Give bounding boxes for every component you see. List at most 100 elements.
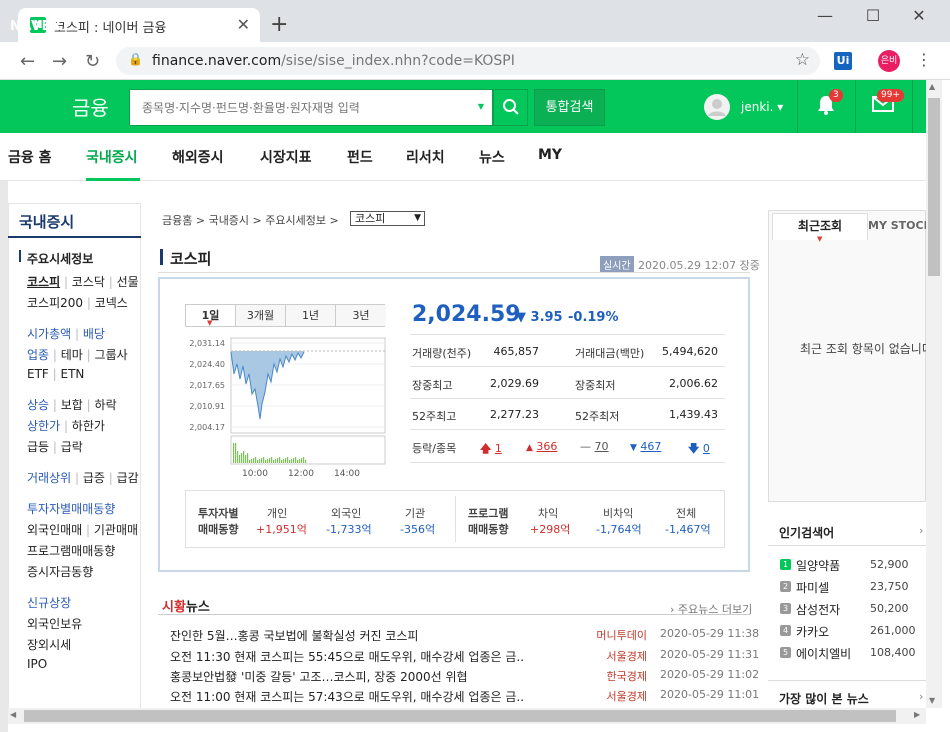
lnb-up[interactable]: 상승 [27,398,49,412]
lnb-futures[interactable]: 선물 [117,275,139,289]
lnb-kosdaq[interactable]: 코스닥 [72,275,105,289]
lnb-inst-trade[interactable]: 기관매매 [94,523,138,537]
scroll-left-icon[interactable]: ◀ [10,710,16,719]
nav-news[interactable]: 뉴스 [479,147,505,167]
volume-bar [255,457,257,463]
stat-divider [410,366,725,367]
lnb-main-info[interactable]: 주요시세정보 [27,250,93,267]
popular-stock-name[interactable]: 일양약품 [796,557,840,574]
integrated-search-button[interactable]: 통합검색 [534,89,605,126]
lnb-foreign-trade[interactable]: 외국인매매 [27,523,82,537]
lnb-sector[interactable]: 업종 [27,348,49,362]
lnb-surge[interactable]: 급등 [27,440,49,454]
lnb-etf[interactable]: ETF [27,367,49,381]
flat-link[interactable]: 70 [595,440,609,453]
chart-y-tick-label: 2,031.14 [189,339,225,348]
lnb-investor-trend[interactable]: 투자자별매매동향 [27,500,115,517]
lnb-konex[interactable]: 코넥스 [95,296,128,310]
total-label: 전체 [676,507,697,520]
popular-stock-name[interactable]: 에이치엘비 [796,645,851,662]
lnb-otc[interactable]: 장외시세 [27,636,71,653]
realtime-badge: 실시간 [600,256,634,273]
lnb-kospi[interactable]: 코스피 [27,275,60,289]
lower-limit-link[interactable]: 0 [703,442,710,455]
scroll-up-icon[interactable]: ▲ [929,82,935,91]
index-select[interactable]: 코스피 ▼ [350,211,425,226]
nav-research[interactable]: 리서치 [406,147,445,167]
lnb-sep: | [104,275,117,289]
bookmark-star-icon[interactable]: ☆ [795,50,810,70]
finance-logo[interactable]: 금융 [72,92,109,121]
lnb-marketcap[interactable]: 시가총액 [27,327,71,341]
lnb-new-listing[interactable]: 신규상장 [27,594,71,611]
scroll-down-icon[interactable]: ▼ [929,696,935,705]
search-dropdown-icon[interactable]: ▼ [478,102,484,111]
nav-domestic[interactable]: 국내증시 [86,147,138,167]
volume-bar [283,459,285,463]
lower-limit-count: 🡇 0 [688,440,710,459]
horizontal-scroll-thumb[interactable] [24,710,896,722]
lnb-fund-trend[interactable]: 증시자금동향 [27,563,93,580]
lnb-upper-limit[interactable]: 상한가 [27,419,60,433]
popular-stock-name[interactable]: 파미셀 [796,579,829,596]
chevron-right-icon[interactable]: › [919,690,923,703]
lnb-plunge[interactable]: 급락 [61,440,83,454]
news-headline[interactable]: 오전 11:30 현재 코스피는 55:45으로 매도우위, 매수강세 업종은 … [170,648,540,665]
nav-finance-home[interactable]: 금융 홈 [8,147,52,167]
lnb-ipo[interactable]: IPO [27,657,47,671]
url-input[interactable]: 🔒 finance.naver.com/sise/sise_index.nhn?… [116,47,820,75]
tab-1year[interactable]: 1년 [286,305,336,326]
lnb-row: ETF | ETN [27,367,84,381]
scroll-right-icon[interactable]: ▶ [914,710,920,719]
tab-3month[interactable]: 3개월 [236,305,286,326]
popular-stock-name[interactable]: 삼성전자 [796,601,840,618]
nav-indicators[interactable]: 시장지표 [260,147,312,167]
username[interactable]: jenki. ▾ [741,100,783,114]
lnb-dividend[interactable]: 배당 [83,327,105,341]
browser-menu-icon[interactable]: ⋮ [916,50,932,69]
upper-limit-link[interactable]: 1 [495,442,502,455]
vertical-scroll-thumb[interactable] [928,98,940,276]
down-link[interactable]: 467 [640,440,661,453]
news-headline[interactable]: 홍콩보안법發 '미중 갈등' 고조…코스피, 장중 2000선 위협 [170,668,540,685]
popular-stock-name[interactable]: 카카오 [796,623,829,640]
lnb-vol-drop[interactable]: 급감 [117,471,139,485]
maximize-icon[interactable]: ☐ [858,6,888,25]
nav-fund[interactable]: 펀드 [347,147,373,167]
close-window-icon[interactable]: ✕ [904,6,934,25]
naver-logo[interactable]: NAVER [10,19,62,34]
search-input[interactable] [130,90,460,125]
new-tab-icon[interactable]: + [270,12,288,37]
lnb-sep: | [82,398,95,412]
individual-value: +1,951억 [256,523,307,536]
lnb-foreign-holding[interactable]: 외국인보유 [27,615,82,632]
lnb-lower-limit[interactable]: 하한가 [72,419,105,433]
lnb-program-trend[interactable]: 프로그램매매동향 [27,542,115,559]
profile-avatar[interactable]: 은비 [878,50,900,72]
lnb-etn[interactable]: ETN [61,367,85,381]
nav-my[interactable]: MY [538,147,562,163]
lnb-volume-top[interactable]: 거래상위 [27,471,71,485]
lnb-kospi200[interactable]: 코스피200 [27,296,83,310]
tab-3year[interactable]: 3년 [336,305,386,326]
news-headline[interactable]: 잔인한 5월…홍콩 국보법에 불확실성 커진 코스피 [170,627,540,644]
user-avatar[interactable] [704,94,730,120]
lnb-down[interactable]: 하락 [95,398,117,412]
up-link[interactable]: 366 [536,440,557,453]
lnb-vol-surge[interactable]: 급증 [83,471,105,485]
reload-icon[interactable]: ↻ [85,51,100,72]
lnb-group[interactable]: 그룹사 [95,348,128,362]
lnb-flat[interactable]: 보합 [61,398,83,412]
lnb-theme[interactable]: 테마 [61,348,83,362]
forward-icon[interactable]: → [52,51,67,72]
chevron-right-icon[interactable]: › [919,524,923,537]
active-tab-caret-icon: ▼ [817,235,823,243]
tab-my-stock[interactable]: MY STOCK [868,213,926,240]
back-icon[interactable]: ← [20,51,35,72]
search-button[interactable] [493,89,528,126]
extension-icon[interactable]: Ui [834,52,852,70]
nav-overseas[interactable]: 해외증시 [172,147,224,167]
close-tab-icon[interactable]: ✕ [237,15,250,34]
minimize-icon[interactable]: — [810,6,840,25]
news-headline[interactable]: 오전 11:00 현재 코스피는 57:43으로 매도우위, 매수강세 업종은 … [170,688,540,705]
